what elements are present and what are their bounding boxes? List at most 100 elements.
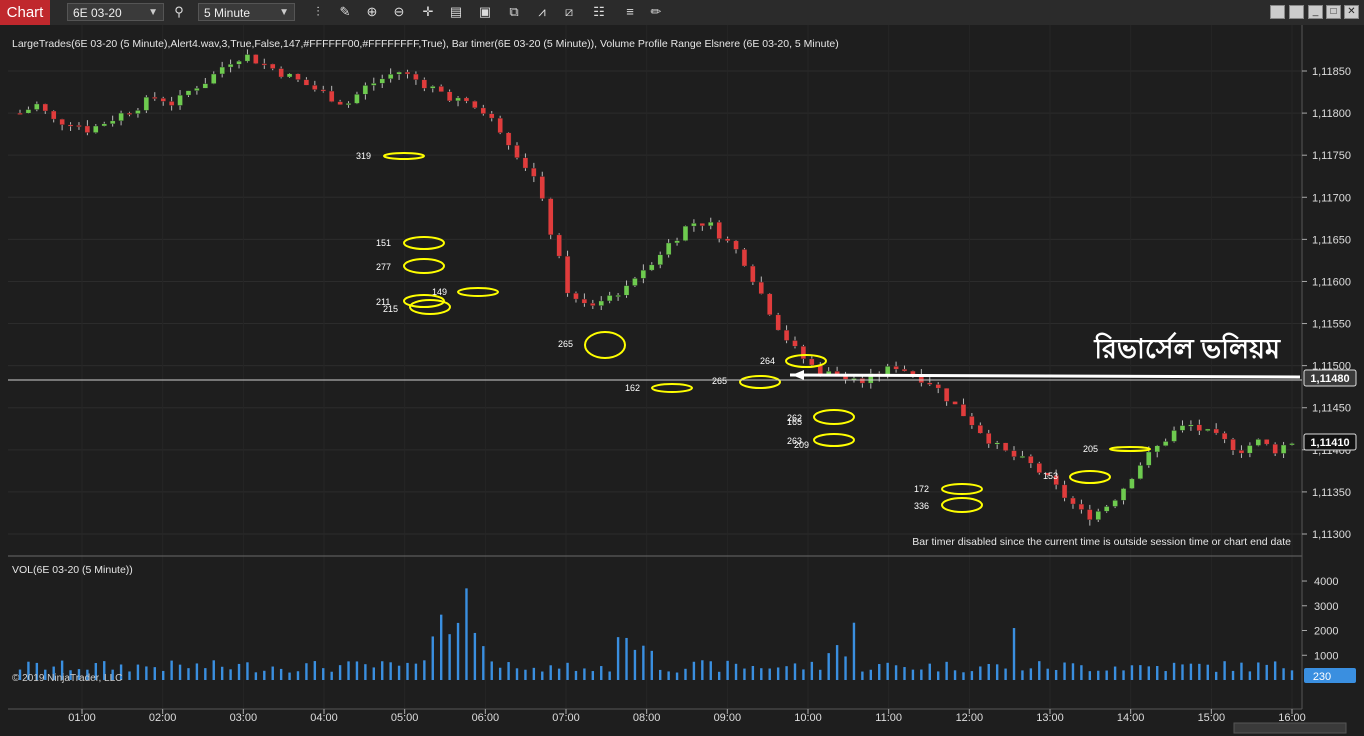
volume-bar bbox=[1257, 662, 1260, 680]
minimize-icon[interactable]: _ bbox=[1308, 5, 1323, 19]
candle-body bbox=[1230, 438, 1236, 451]
volume-bar bbox=[1012, 628, 1016, 680]
window-option-icon[interactable] bbox=[1289, 5, 1304, 19]
indicators-icon[interactable]: ⧉ bbox=[505, 3, 523, 21]
time-tick-label: 10:00 bbox=[794, 712, 822, 724]
volume-bar bbox=[414, 663, 418, 680]
volume-tick-label: 1000 bbox=[1314, 650, 1338, 662]
volume-bar bbox=[178, 664, 182, 680]
candle-body bbox=[446, 91, 453, 102]
volume-bar bbox=[1189, 663, 1193, 680]
time-tick-label: 06:00 bbox=[472, 712, 500, 724]
price-tick-label: 1,11750 bbox=[1312, 150, 1351, 162]
time-tick-label: 02:00 bbox=[149, 712, 177, 724]
properties-icon[interactable]: ▤ bbox=[447, 3, 465, 21]
close-icon[interactable]: ✕ bbox=[1344, 5, 1359, 19]
volume-bar bbox=[591, 671, 595, 680]
volume-bar bbox=[936, 671, 940, 680]
crosshair-icon[interactable]: ✛ bbox=[419, 3, 437, 21]
chart-tab[interactable]: Chart bbox=[0, 0, 50, 25]
reversal-volume-annotation: রিভার্সেল ভলিয়ম bbox=[1093, 332, 1281, 364]
volume-bar bbox=[650, 650, 653, 680]
maximize-icon[interactable]: □ bbox=[1326, 5, 1341, 19]
large-trade-label: 265 bbox=[712, 376, 727, 386]
large-trade-label: 162 bbox=[625, 383, 640, 393]
zoom-in-icon[interactable]: ⊕ bbox=[363, 3, 381, 21]
candle-body bbox=[463, 97, 470, 102]
candle-body bbox=[758, 281, 764, 295]
volume-bar bbox=[170, 660, 173, 680]
volume-bar bbox=[574, 670, 578, 680]
candle-body bbox=[244, 54, 251, 62]
copyright: © 2019 NinjaTrader, LLC bbox=[12, 673, 122, 684]
drawing-tools-icon[interactable]: ✏ bbox=[647, 3, 665, 21]
draw-pencil-icon[interactable]: ✎ bbox=[336, 3, 354, 21]
volume-bar bbox=[659, 669, 662, 680]
interval-value: 5 Minute bbox=[204, 6, 251, 20]
candle-body bbox=[809, 358, 815, 366]
price-tick-label: 1,11850 bbox=[1312, 66, 1351, 78]
candle-body bbox=[556, 234, 562, 257]
window-option-icon[interactable] bbox=[1270, 5, 1285, 19]
candle-body bbox=[986, 433, 992, 444]
candle-body bbox=[783, 329, 790, 341]
chart-area[interactable]: 1,11850 1,11800 1,11750 1,11700 1,11650 1,116… bbox=[0, 25, 1364, 736]
volume-bar bbox=[1172, 662, 1176, 680]
volume-bar bbox=[1004, 668, 1007, 680]
candle-body bbox=[253, 54, 259, 64]
volume-bar bbox=[128, 671, 131, 680]
template-icon[interactable]: ▣ bbox=[476, 3, 494, 21]
volume-bar bbox=[187, 668, 190, 680]
candle-body bbox=[438, 86, 444, 92]
volume-bar bbox=[1282, 668, 1285, 680]
candle-body bbox=[1213, 428, 1219, 434]
candle-body bbox=[312, 85, 318, 90]
candle-body bbox=[1196, 424, 1203, 431]
volume-bar bbox=[1273, 661, 1277, 680]
candle-body bbox=[371, 83, 377, 86]
candle-body bbox=[977, 425, 984, 434]
candle-body bbox=[522, 157, 529, 169]
instrument-selector[interactable]: 6E 03-20 ▼ bbox=[67, 3, 164, 21]
volume-bar bbox=[456, 622, 460, 680]
volume-bar bbox=[1054, 669, 1058, 680]
bar-style-icon[interactable]: ⫶ bbox=[309, 3, 327, 21]
volume-bar bbox=[928, 663, 931, 680]
candle-body bbox=[581, 298, 588, 304]
time-tick-label: 05:00 bbox=[391, 712, 419, 724]
candle-body bbox=[1078, 503, 1085, 510]
volume-bar bbox=[995, 664, 999, 680]
data-box-icon[interactable]: ☷ bbox=[590, 3, 608, 21]
strategies-icon[interactable]: ⩘ bbox=[533, 3, 551, 21]
volume-bar bbox=[979, 666, 982, 680]
volume-bar bbox=[802, 669, 805, 680]
candle-body bbox=[236, 60, 242, 65]
candle-body bbox=[472, 100, 478, 109]
candle-body bbox=[1221, 432, 1228, 440]
candle-body bbox=[893, 366, 899, 370]
volume-bar bbox=[1290, 670, 1294, 680]
volume-tick-label: 4000 bbox=[1314, 576, 1338, 588]
zoom-out-icon[interactable]: ⊖ bbox=[390, 3, 408, 21]
candle-body bbox=[927, 382, 933, 385]
price-tick-label: 1,11800 bbox=[1312, 108, 1351, 120]
time-tick-label: 04:00 bbox=[310, 712, 338, 724]
search-icon[interactable]: ⚲ bbox=[170, 3, 188, 21]
candle-body bbox=[1280, 444, 1287, 454]
interval-selector[interactable]: 5 Minute ▼ bbox=[198, 3, 295, 21]
annotation-arrow bbox=[789, 373, 1301, 379]
volume-bar bbox=[1130, 665, 1134, 680]
volume-bar bbox=[1198, 663, 1201, 680]
chart-trader-icon[interactable]: ⧄ bbox=[560, 3, 578, 21]
volume-bar bbox=[625, 637, 628, 680]
large-trade-label: 265 bbox=[558, 339, 573, 349]
volume-bar bbox=[1097, 670, 1100, 680]
candle-body bbox=[337, 101, 343, 105]
candle-body bbox=[665, 242, 672, 255]
volume-bar bbox=[768, 668, 771, 680]
volume-bar bbox=[1231, 670, 1235, 680]
candle-body bbox=[960, 404, 967, 417]
horizontal-scrollbar[interactable] bbox=[1233, 722, 1347, 734]
candle-body bbox=[1028, 455, 1034, 464]
align-icon[interactable]: ≡ bbox=[621, 3, 639, 21]
